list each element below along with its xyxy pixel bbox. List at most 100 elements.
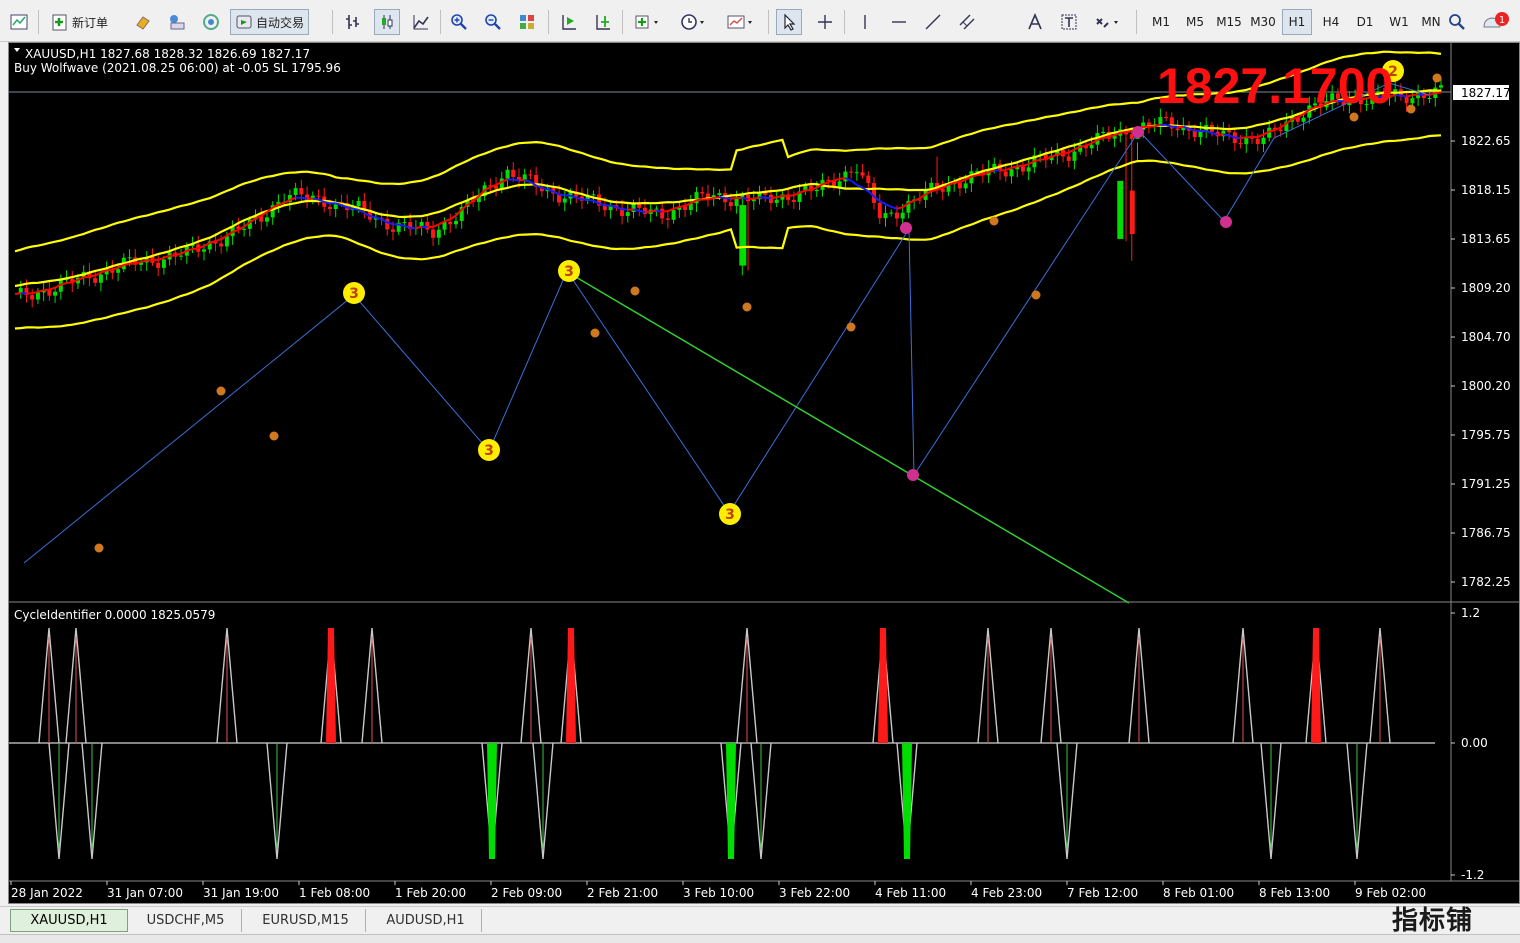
search-icon[interactable]	[1444, 9, 1470, 35]
moving-average-segment	[324, 201, 331, 205]
time-label: 3 Feb 22:00	[779, 886, 850, 900]
candle-body	[671, 209, 676, 220]
cycle-peak-fill	[566, 628, 576, 743]
candle-body	[900, 212, 905, 219]
chart-tab[interactable]: XAUUSD,H1	[10, 909, 128, 932]
candlestick-chart-icon[interactable]	[374, 9, 400, 35]
moving-average-segment	[850, 179, 858, 186]
price-label: 1818.15	[1461, 183, 1511, 197]
moving-average-segment	[730, 196, 737, 200]
timeframe-d1[interactable]: D1	[1350, 9, 1380, 35]
templates-dropdown[interactable]	[722, 9, 760, 35]
tile-windows-icon[interactable]	[514, 9, 540, 35]
candle-body	[1278, 129, 1283, 131]
timeframe-mn[interactable]: MN	[1416, 9, 1446, 35]
zoom-out-icon[interactable]	[480, 9, 506, 35]
timeframe-h4[interactable]: H4	[1316, 9, 1346, 35]
trendline-icon[interactable]	[920, 9, 946, 35]
horizontal-line-icon[interactable]	[886, 9, 912, 35]
new-order-button[interactable]: 新订单	[46, 9, 113, 35]
candle-body	[1101, 131, 1106, 134]
candle-body	[894, 212, 899, 219]
moving-average-segment	[524, 179, 531, 183]
time-label: 3 Feb 10:00	[683, 886, 754, 900]
moving-average-segment	[1120, 130, 1127, 134]
timeframe-m1[interactable]: M1	[1146, 9, 1176, 35]
timeframe-h1[interactable]: H1	[1282, 9, 1312, 35]
moving-average-segment	[713, 196, 720, 199]
terminal-icon[interactable]	[6, 9, 32, 35]
candle-body	[402, 222, 407, 224]
moving-average-segment	[839, 177, 846, 180]
moving-average-segment	[312, 197, 319, 201]
price-label: 1795.75	[1461, 428, 1511, 442]
cycle-trough-fill	[902, 743, 912, 859]
candle-body	[293, 188, 298, 195]
auto-scroll-icon[interactable]	[556, 9, 582, 35]
signals-icon[interactable]	[198, 9, 224, 35]
candle-body	[854, 172, 859, 174]
indicator-label: 0.00	[1461, 736, 1488, 750]
timeframe-m5[interactable]: M5	[1180, 9, 1210, 35]
moving-average-segment	[169, 254, 176, 257]
cycle-trough-fill	[726, 743, 736, 859]
moving-average-segment	[135, 261, 142, 265]
moving-average-segment	[283, 199, 291, 204]
periods-dropdown[interactable]	[676, 9, 712, 35]
timeframe-w1[interactable]: W1	[1384, 9, 1414, 35]
price-chart[interactable]: 1822.65 1818.15 1813.65 1809.20 1804.70 1800.…	[9, 43, 1519, 903]
fractal-marker	[846, 322, 856, 332]
notifications-button[interactable]: 1	[1478, 9, 1514, 35]
status-bar	[0, 934, 1520, 943]
candle-body	[872, 183, 877, 203]
chart-tab[interactable]: EURUSD,M15	[246, 909, 366, 932]
candle-body	[390, 229, 395, 232]
candle-body	[625, 212, 630, 217]
line-chart-icon[interactable]	[408, 9, 434, 35]
candle-body	[1009, 169, 1014, 177]
cursor-icon[interactable]	[776, 9, 802, 35]
indicators-dropdown[interactable]	[630, 9, 666, 35]
market-watch-icon[interactable]	[130, 9, 156, 35]
moving-average-segment	[753, 196, 760, 200]
zoom-in-icon[interactable]	[446, 9, 472, 35]
arrows-dropdown[interactable]	[1090, 9, 1126, 35]
candle-body	[425, 221, 430, 230]
chart-shift-icon[interactable]	[590, 9, 616, 35]
auto-trading-button[interactable]: 自动交易	[230, 9, 310, 35]
moving-average-segment	[971, 174, 978, 178]
moving-average-segment	[14, 292, 21, 295]
wave-point-marker	[900, 222, 912, 234]
new-order-icon	[52, 14, 67, 31]
moving-average-segment	[398, 223, 405, 227]
moving-average-segment	[83, 275, 90, 279]
candle-body	[1072, 151, 1077, 161]
candle-body	[224, 236, 229, 247]
text-tool-icon[interactable]	[1022, 9, 1048, 35]
crosshair-icon[interactable]	[812, 9, 838, 35]
candle-body	[1261, 137, 1266, 145]
bar-chart-icon[interactable]	[340, 9, 366, 35]
chart-tab[interactable]: AUDUSD,H1	[370, 909, 482, 932]
candle-body	[877, 202, 882, 219]
fractal-marker	[742, 302, 752, 312]
chart-window[interactable]: 1822.65 1818.15 1813.65 1809.20 1804.70 1800.…	[8, 42, 1520, 904]
text-label-icon[interactable]	[1056, 9, 1082, 35]
navigator-icon[interactable]	[164, 9, 190, 35]
candle-body	[866, 175, 871, 184]
vertical-line-icon[interactable]	[852, 9, 878, 35]
candle-body	[179, 255, 184, 257]
auto-trading-icon	[236, 15, 252, 29]
timeframe-m15[interactable]: M15	[1214, 9, 1244, 35]
candle-body	[93, 278, 98, 283]
moving-average-segment	[301, 196, 308, 200]
chart-tab[interactable]: USDCHF,M5	[130, 909, 242, 932]
bollinger-lower	[14, 134, 1442, 330]
moving-average-segment	[449, 214, 457, 221]
timeframe-m30[interactable]: M30	[1248, 9, 1278, 35]
moving-average-segment	[1400, 94, 1407, 98]
equidistant-channel-icon[interactable]	[954, 9, 980, 35]
price-label: 1786.75	[1461, 526, 1511, 540]
fractal-marker	[1406, 104, 1416, 114]
time-label: 2 Feb 21:00	[587, 886, 658, 900]
